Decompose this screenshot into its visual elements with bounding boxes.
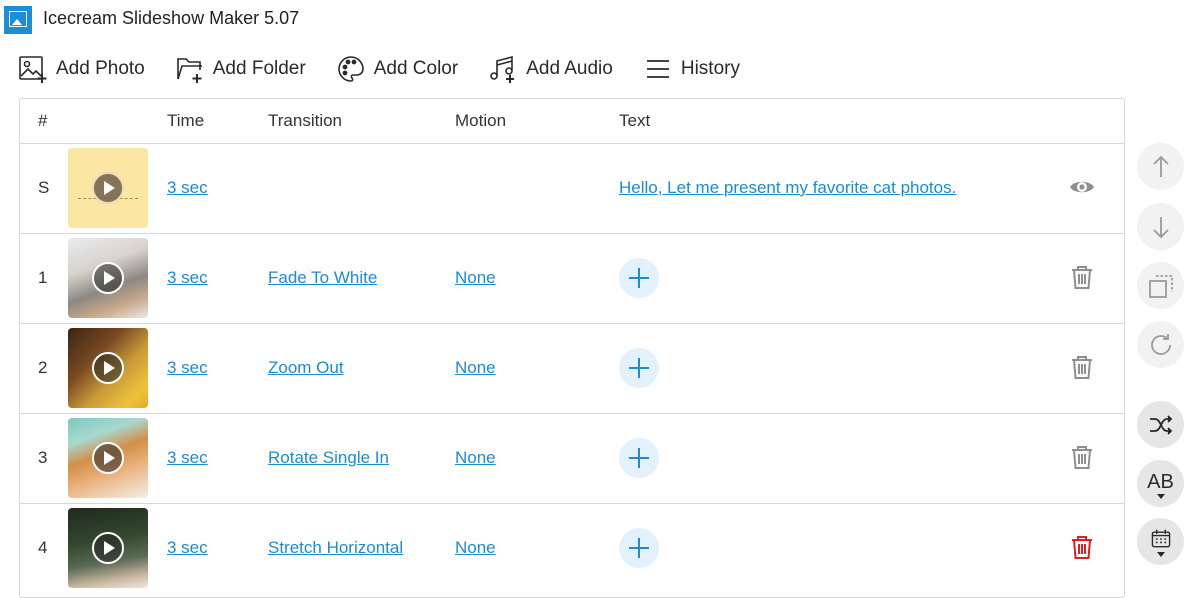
crop-icon bbox=[1148, 274, 1173, 298]
transition-link[interactable]: Stretch Horizontal bbox=[268, 538, 403, 558]
transition-link[interactable]: Rotate Single In bbox=[268, 448, 389, 468]
header-time: Time bbox=[167, 111, 205, 130]
slide-thumbnail[interactable] bbox=[68, 148, 148, 228]
calendar-icon bbox=[1151, 529, 1170, 547]
header-num: # bbox=[38, 111, 48, 130]
rotate-icon bbox=[1150, 333, 1171, 355]
motion-link[interactable]: None bbox=[455, 448, 496, 468]
add-folder-button[interactable]: Add Folder bbox=[175, 54, 306, 84]
dropdown-caret-icon bbox=[1156, 494, 1165, 499]
add-photo-label: Add Photo bbox=[56, 58, 145, 79]
title-bar: Icecream Slideshow Maker 5.07 bbox=[0, 0, 1199, 38]
date-button[interactable] bbox=[1137, 518, 1184, 565]
move-up-button[interactable] bbox=[1137, 143, 1184, 190]
text-link[interactable]: Hello, Let me present my favorite cat ph… bbox=[619, 178, 956, 198]
delete-button[interactable] bbox=[1068, 263, 1096, 291]
trash-icon bbox=[1072, 446, 1092, 469]
table-row[interactable]: 3 3 sec Rotate Single In None bbox=[20, 413, 1124, 504]
header-text: Text bbox=[619, 111, 651, 130]
dropdown-caret-icon bbox=[1156, 551, 1165, 557]
add-text-button[interactable] bbox=[619, 348, 659, 388]
delete-button[interactable] bbox=[1068, 353, 1096, 381]
row-number: 4 bbox=[38, 538, 48, 557]
motion-link[interactable]: None bbox=[455, 268, 496, 288]
motion-link[interactable]: None bbox=[455, 358, 496, 378]
table-row[interactable]: 1 3 sec Fade To White None bbox=[20, 233, 1124, 324]
row-number: 1 bbox=[38, 268, 48, 287]
time-link[interactable]: 3 sec bbox=[167, 178, 208, 198]
slide-thumbnail[interactable] bbox=[68, 508, 148, 588]
add-text-button[interactable] bbox=[619, 438, 659, 478]
text-style-button[interactable]: AB bbox=[1137, 460, 1184, 507]
preview-button[interactable] bbox=[1068, 173, 1096, 201]
transition-link[interactable]: Zoom Out bbox=[268, 358, 344, 378]
trash-icon bbox=[1072, 536, 1092, 559]
history-button[interactable]: History bbox=[643, 54, 740, 84]
add-text-button[interactable] bbox=[619, 258, 659, 298]
time-link[interactable]: 3 sec bbox=[167, 538, 208, 558]
row-number: S bbox=[38, 178, 50, 197]
slide-thumbnail[interactable] bbox=[68, 418, 148, 498]
time-link[interactable]: 3 sec bbox=[167, 268, 208, 288]
delete-button[interactable] bbox=[1068, 533, 1096, 561]
transition-link[interactable]: Fade To White bbox=[268, 268, 377, 288]
slide-thumbnail[interactable] bbox=[68, 328, 148, 408]
move-down-button[interactable] bbox=[1137, 203, 1184, 250]
play-icon[interactable] bbox=[92, 352, 124, 384]
app-icon bbox=[4, 6, 32, 34]
delete-button[interactable] bbox=[1068, 443, 1096, 471]
add-color-label: Add Color bbox=[373, 58, 459, 79]
play-icon[interactable] bbox=[92, 262, 124, 294]
time-link[interactable]: 3 sec bbox=[167, 358, 208, 378]
arrow-up-icon bbox=[1152, 155, 1169, 177]
table-row[interactable]: S 3 sec Hello, Let me present my favorit… bbox=[20, 143, 1124, 234]
palette-icon bbox=[337, 56, 364, 82]
app-title: Icecream Slideshow Maker 5.07 bbox=[43, 8, 300, 28]
slide-thumbnail[interactable] bbox=[68, 238, 148, 318]
play-icon[interactable] bbox=[92, 442, 124, 474]
header-transition: Transition bbox=[268, 111, 343, 130]
add-text-button[interactable] bbox=[619, 528, 659, 568]
add-color-button[interactable]: Add Color bbox=[336, 54, 459, 84]
trash-icon bbox=[1072, 356, 1092, 379]
motion-link[interactable]: None bbox=[455, 538, 496, 558]
table-row[interactable]: 4 3 sec Stretch Horizontal None bbox=[20, 503, 1124, 593]
menu-lines-icon bbox=[646, 60, 669, 78]
header-motion: Motion bbox=[455, 111, 507, 130]
shuffle-button[interactable] bbox=[1137, 401, 1184, 448]
shuffle-icon bbox=[1149, 414, 1172, 435]
time-link[interactable]: 3 sec bbox=[167, 448, 208, 468]
table-row[interactable]: 2 3 sec Zoom Out None bbox=[20, 323, 1124, 414]
trash-icon bbox=[1072, 266, 1092, 289]
rotate-button[interactable] bbox=[1137, 321, 1184, 368]
play-icon[interactable] bbox=[92, 172, 124, 204]
table-header: # Time Transition Motion Text bbox=[20, 99, 1124, 144]
add-audio-button[interactable]: Add Audio bbox=[488, 54, 613, 84]
add-audio-icon bbox=[490, 55, 515, 83]
row-number: 2 bbox=[38, 358, 48, 377]
crop-button[interactable] bbox=[1137, 262, 1184, 309]
slides-table: # Time Transition Motion Text S 3 sec He… bbox=[19, 98, 1125, 598]
add-photo-icon bbox=[19, 56, 47, 83]
arrow-down-icon bbox=[1152, 216, 1169, 238]
add-folder-icon bbox=[176, 58, 202, 83]
eye-icon bbox=[1070, 181, 1094, 193]
add-photo-button[interactable]: Add Photo bbox=[18, 54, 145, 84]
row-number: 3 bbox=[38, 448, 48, 467]
add-audio-label: Add Audio bbox=[526, 58, 613, 79]
add-folder-label: Add Folder bbox=[212, 58, 306, 79]
play-icon[interactable] bbox=[92, 532, 124, 564]
toolbar: Add Photo Add Folder Add Color Add Audio… bbox=[18, 52, 770, 86]
history-label: History bbox=[680, 58, 740, 79]
text-ab-icon: AB bbox=[1147, 471, 1174, 493]
